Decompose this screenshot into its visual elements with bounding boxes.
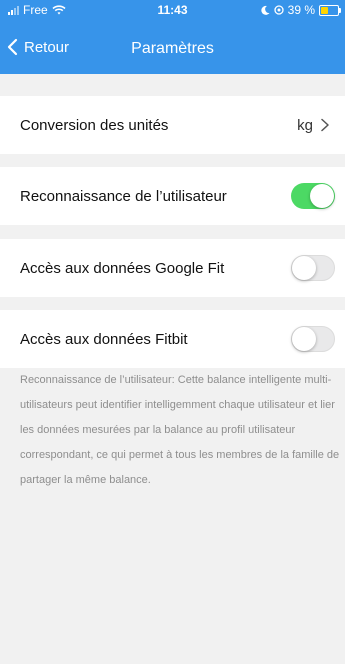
google-fit-row: Accès aux données Google Fit: [0, 239, 345, 297]
page-title: Paramètres: [131, 40, 214, 57]
user-recognition-description: Reconnaissance de l’utilisateur: Cette b…: [20, 374, 340, 486]
unit-conversion-row[interactable]: Conversion des unités kg: [0, 96, 345, 154]
user-recognition-toggle[interactable]: [291, 183, 335, 209]
unit-conversion-label: Conversion des unités: [20, 116, 169, 134]
unit-conversion-value: kg: [297, 116, 313, 134]
toggle-knob: [292, 256, 316, 280]
nav-bar: Retour Paramètres: [0, 28, 345, 72]
google-fit-label: Accès aux données Google Fit: [20, 259, 225, 277]
toggle-knob: [292, 327, 316, 351]
battery-percent: 39 %: [287, 3, 315, 17]
fitbit-toggle[interactable]: [291, 326, 335, 352]
location-icon: [273, 5, 284, 15]
settings-screen: Free 11:43 39 % Retour Paramètres Conver…: [0, 0, 345, 664]
user-recognition-row: Reconnaissance de l’utilisateur: [0, 167, 345, 225]
google-fit-toggle[interactable]: [291, 255, 335, 281]
status-bar: Free 11:43 39 %: [0, 0, 345, 20]
moon-icon: [261, 5, 270, 15]
header: Free 11:43 39 % Retour Paramètres: [0, 0, 345, 74]
user-recognition-label: Reconnaissance de l’utilisateur: [20, 187, 227, 205]
toggle-knob: [310, 184, 334, 208]
fitbit-row: Accès aux données Fitbit: [0, 310, 345, 368]
chevron-right-icon: [321, 118, 329, 132]
fitbit-label: Accès aux données Fitbit: [20, 330, 188, 348]
status-right: 39 %: [261, 3, 341, 17]
battery-icon: [319, 4, 341, 16]
